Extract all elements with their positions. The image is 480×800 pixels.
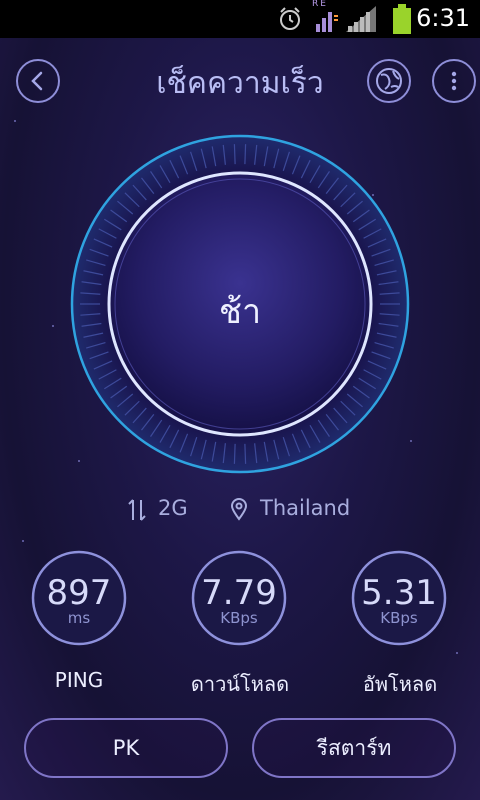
signal-label: RE: [312, 0, 328, 9]
speed-status: ช้า: [218, 292, 262, 332]
star: [456, 652, 458, 654]
upload-unit: KBps: [380, 609, 418, 627]
globe-icon: [376, 68, 402, 94]
star: [22, 540, 24, 542]
status-time: 6:31: [416, 4, 470, 32]
restart-button[interactable]: รีสตาร์ท: [252, 718, 456, 778]
globe-button[interactable]: [367, 59, 411, 103]
overflow-menu-icon: [451, 71, 457, 91]
cell-signal-icon: [346, 6, 376, 32]
location-text: Thailand: [260, 496, 351, 520]
download-unit: KBps: [220, 609, 258, 627]
battery-icon: [393, 4, 411, 34]
download-label: ดาวน์โหลด: [190, 672, 290, 696]
location-pin-icon: [230, 498, 248, 521]
ping-value: 897: [46, 573, 112, 613]
download-value: 7.79: [201, 573, 277, 613]
overflow-menu-button[interactable]: [432, 59, 476, 103]
star: [14, 120, 16, 122]
network-transfer-icon: [128, 499, 146, 521]
upload-value: 5.31: [361, 573, 437, 613]
ping-unit: ms: [67, 609, 91, 627]
upload-label: อัพโหลด: [362, 672, 438, 696]
dial-tick: [233, 144, 236, 165]
alarm-icon: [280, 7, 300, 30]
dial-tick: [244, 144, 247, 165]
ping-label: PING: [54, 668, 104, 692]
star: [410, 440, 412, 442]
star: [52, 325, 54, 327]
dial-tick: [244, 443, 247, 464]
status-bar: RE 6:31: [0, 0, 480, 38]
pk-button[interactable]: PK: [24, 718, 228, 778]
network-type: 2G: [158, 496, 188, 520]
dial-tick: [233, 443, 236, 464]
